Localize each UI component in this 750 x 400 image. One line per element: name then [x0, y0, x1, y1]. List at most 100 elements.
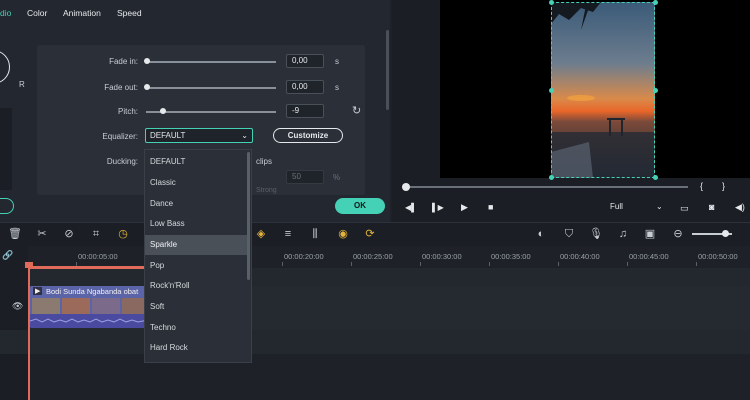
audio-mixer-icon[interactable]: ⫼: [308, 227, 322, 241]
fade-in-unit: s: [335, 57, 339, 66]
playback-quality-select[interactable]: Full ⌄: [610, 202, 666, 215]
ruler-tick: [489, 262, 490, 266]
play-icon[interactable]: ▶: [461, 202, 468, 213]
motion-track-icon[interactable]: ◉: [336, 227, 350, 241]
selection-handle-left[interactable]: [549, 88, 554, 93]
tab-color[interactable]: Color: [27, 8, 47, 18]
keyframe-icon[interactable]: ◈: [254, 227, 268, 241]
pitch-label: Pitch:: [117, 107, 138, 116]
play-frame-icon[interactable]: ▌▶: [432, 203, 444, 212]
ruler-label: 00:00:05:00: [78, 252, 118, 261]
selection-handle-bottom-left[interactable]: [549, 175, 554, 180]
ruler-label: 00:00:45:00: [629, 252, 669, 261]
selection-handle-bottom-right[interactable]: [653, 175, 658, 180]
tab-audio[interactable]: dio: [0, 8, 11, 18]
crop-icon[interactable]: ⌗: [89, 227, 103, 241]
pan-right-label: R: [19, 80, 25, 89]
fade-in-field[interactable]: 0,00: [286, 54, 324, 68]
pitch-slider-handle[interactable]: [160, 108, 166, 114]
ruler-label: 00:00:20:00: [284, 252, 324, 261]
ruler-tick: [420, 262, 421, 266]
dropdown-scrollbar[interactable]: [247, 152, 250, 280]
marker-icon[interactable]: ⛉: [562, 227, 576, 241]
cut-icon[interactable]: ✂: [35, 227, 49, 241]
equalizer-option-techno[interactable]: Techno: [145, 318, 247, 338]
equalizer-select[interactable]: DEFAULT ⌄: [145, 128, 253, 143]
playhead[interactable]: [28, 264, 30, 400]
preview-scrubber-handle[interactable]: [402, 183, 410, 191]
equalizer-option-hard-rock[interactable]: Hard Rock: [145, 338, 247, 358]
selection-handle-top-right[interactable]: [653, 0, 658, 5]
mark-in-button[interactable]: {: [700, 181, 703, 191]
ruler-label: 00:00:40:00: [560, 252, 600, 261]
ruler-tick: [282, 262, 283, 266]
equalizer-label: Equalizer:: [102, 132, 138, 141]
step-back-icon[interactable]: ◀▌: [405, 203, 417, 212]
fade-out-slider-track[interactable]: [146, 87, 276, 89]
disable-icon[interactable]: ⊘: [62, 227, 76, 241]
equalizer-option-dance[interactable]: Dance: [145, 194, 247, 214]
pitch-field[interactable]: -9: [286, 104, 324, 118]
fade-in-label: Fade in:: [109, 57, 138, 66]
eye-icon[interactable]: 👁: [12, 301, 23, 312]
ruler-label: 00:00:35:00: [491, 252, 531, 261]
side-meter: [0, 108, 12, 190]
fade-out-unit: s: [335, 83, 339, 92]
adjust-icon[interactable]: ≡: [281, 227, 295, 241]
ok-button[interactable]: OK: [335, 198, 385, 214]
render-range-bar: [30, 266, 148, 269]
customize-button[interactable]: Customize: [273, 128, 343, 143]
playback-quality-value: Full: [610, 202, 623, 211]
frame-selection-box[interactable]: [551, 2, 655, 178]
stop-icon[interactable]: ■: [488, 202, 493, 212]
equalizer-option-default[interactable]: DEFAULT: [145, 152, 247, 172]
volume-icon[interactable]: ◀): [735, 202, 745, 213]
equalizer-option-rock-n-roll[interactable]: Rock'n'Roll: [145, 276, 247, 296]
mark-out-button[interactable]: }: [722, 181, 725, 191]
snapshot-icon[interactable]: ◙: [709, 202, 714, 212]
render-icon[interactable]: ◐: [534, 227, 548, 241]
fade-out-slider-handle[interactable]: [144, 84, 150, 90]
equalizer-option-classic[interactable]: Classic: [145, 173, 247, 193]
link-icon[interactable]: 🔗: [2, 250, 13, 261]
equalizer-option-low-bass[interactable]: Low Bass: [145, 214, 247, 234]
ducking-clips-text: clips: [256, 157, 273, 166]
timeline-track-3[interactable]: [0, 330, 750, 354]
preview-scrubber-track[interactable]: [404, 186, 688, 188]
ruler-label: 00:00:50:00: [698, 252, 738, 261]
timeline-track-1[interactable]: [28, 268, 750, 286]
selection-handle-right[interactable]: [653, 88, 658, 93]
chevron-down-icon: ⌄: [241, 131, 248, 140]
editor-scrollbar[interactable]: [386, 30, 389, 110]
audio-track-icon[interactable]: ♫: [616, 227, 630, 241]
delete-icon[interactable]: 🗑: [8, 227, 22, 241]
tab-speed[interactable]: Speed: [117, 8, 142, 18]
ruler-label: 00:00:25:00: [353, 252, 393, 261]
fade-out-field[interactable]: 0,00: [286, 80, 324, 94]
selection-handle-top-left[interactable]: [549, 0, 554, 5]
microphone-icon[interactable]: 🎙: [589, 227, 603, 241]
timeline-zoom-handle[interactable]: [722, 230, 729, 237]
clip-play-icon: ▶: [33, 287, 43, 295]
playhead-handle[interactable]: [25, 262, 33, 268]
ducking-field[interactable]: 50: [286, 170, 324, 184]
equalizer-option-soft[interactable]: Soft: [145, 297, 247, 317]
reset-pitch-icon[interactable]: ↻: [352, 104, 361, 117]
speed-icon[interactable]: ◷: [116, 227, 130, 241]
stabilize-icon[interactable]: ⟳: [363, 227, 377, 241]
fade-in-slider-track[interactable]: [146, 61, 276, 63]
equalizer-dropdown[interactable]: DEFAULT Classic Dance Low Bass Sparkle P…: [144, 149, 252, 363]
tab-animation[interactable]: Animation: [63, 8, 101, 18]
ducking-label: Ducking:: [106, 157, 138, 166]
ducking-unit: %: [333, 173, 341, 182]
ruler-tick: [627, 262, 628, 266]
track-headers: [0, 246, 28, 400]
ruler-tick: [696, 262, 697, 266]
chevron-down-icon: ⌄: [656, 202, 663, 211]
zoom-out-icon[interactable]: ⊖: [671, 227, 685, 241]
equalizer-option-sparkle[interactable]: Sparkle: [145, 235, 247, 255]
subtitle-icon[interactable]: ▣: [643, 227, 657, 241]
fade-in-slider-handle[interactable]: [144, 58, 150, 64]
equalizer-option-pop[interactable]: Pop: [145, 256, 247, 276]
monitor-icon[interactable]: ▭: [680, 203, 689, 214]
